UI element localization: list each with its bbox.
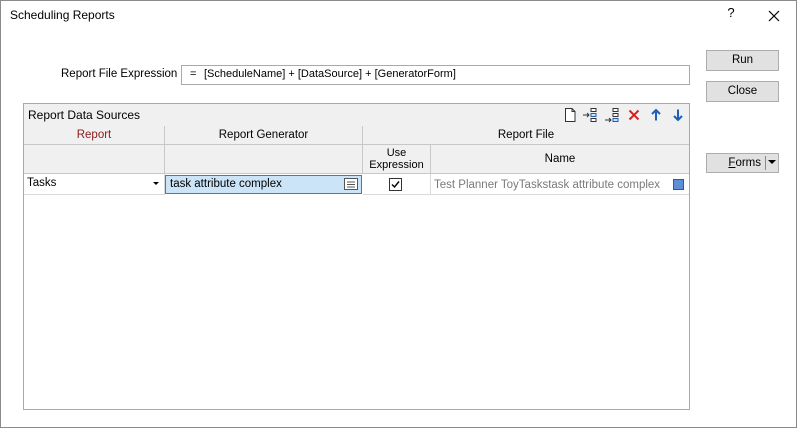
window-title: Scheduling Reports [10, 8, 115, 22]
delete-row-icon[interactable] [626, 107, 642, 123]
color-swatch-icon[interactable] [673, 179, 684, 190]
panel-header: Report Data Sources [24, 104, 689, 126]
report-file-expression-label: Report File Expression [61, 68, 178, 80]
move-down-icon[interactable] [670, 107, 686, 123]
chevron-down-icon[interactable] [153, 182, 159, 185]
column-header-report-generator[interactable]: Report Generator [165, 126, 363, 145]
report-generator-value: task attribute complex [170, 178, 282, 190]
close-button[interactable]: Close [706, 81, 779, 102]
report-combo[interactable]: Tasks [24, 174, 165, 195]
column-subheader-report [24, 145, 165, 174]
column-subheader-generator [165, 145, 363, 174]
check-icon [391, 181, 400, 189]
panel-title: Report Data Sources [28, 108, 141, 122]
forms-separator [765, 156, 766, 170]
chevron-down-icon[interactable] [768, 160, 776, 164]
move-up-icon[interactable] [648, 107, 664, 123]
browse-list-icon[interactable] [344, 178, 358, 190]
column-header-report-file[interactable]: Report File [363, 126, 689, 145]
new-row-icon[interactable] [562, 107, 578, 123]
forms-label: Forms [728, 157, 761, 169]
append-row-icon[interactable] [604, 107, 620, 123]
report-file-expression-input[interactable]: = [ScheduleName] + [DataSource] + [Genera… [181, 65, 690, 85]
run-button[interactable]: Run [706, 50, 779, 71]
help-button[interactable]: ? [723, 5, 739, 25]
column-header-name[interactable]: Name [431, 145, 689, 174]
title-bar: Scheduling Reports ? [1, 1, 796, 31]
close-icon[interactable] [763, 5, 785, 27]
use-expression-line1: Use [386, 147, 407, 159]
column-header-use-expression[interactable]: Use Expression [363, 145, 431, 174]
expression-equals: = [190, 68, 197, 80]
report-data-sources-panel: Report Data Sources Report Report Genera… [23, 103, 690, 410]
scheduling-reports-dialog: Scheduling Reports ? Report File Express… [0, 0, 797, 428]
use-expression-checkbox[interactable] [389, 178, 402, 191]
report-combo-value: Tasks [27, 177, 57, 189]
expression-value: [ScheduleName] + [DataSource] + [Generat… [204, 68, 456, 80]
forms-button[interactable]: Forms [706, 153, 779, 173]
report-generator-cell[interactable]: task attribute complex [165, 175, 362, 194]
use-expression-line2: Expression [369, 159, 424, 171]
column-header-report[interactable]: Report [24, 126, 165, 145]
report-file-name[interactable]: Test Planner ToyTaskstask attribute comp… [434, 179, 670, 191]
insert-row-icon[interactable] [582, 107, 598, 123]
